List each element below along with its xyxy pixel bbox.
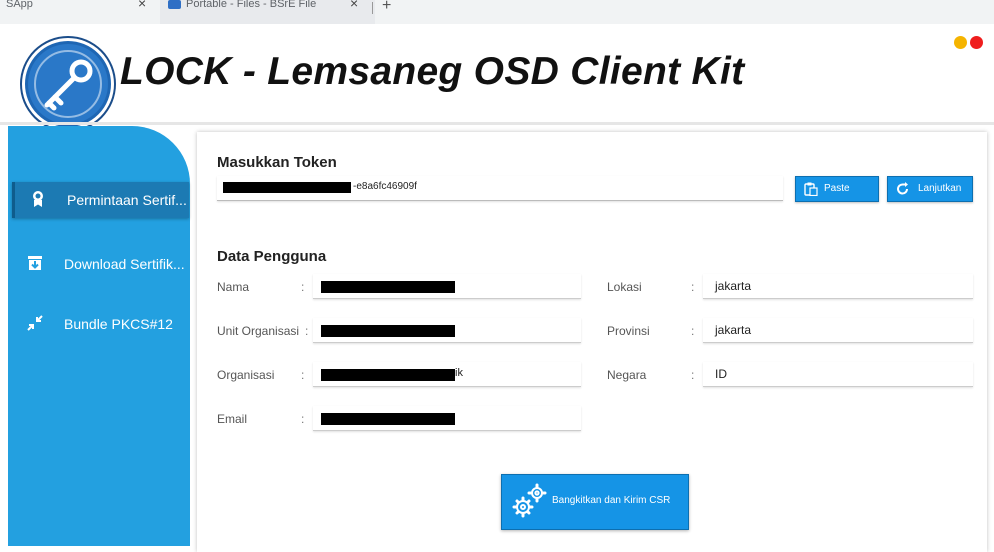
tab-title: Portable - Files - BSrE File: [186, 0, 317, 10]
organisasi-colon: :: [301, 368, 305, 382]
continue-button[interactable]: Lanjutkan: [887, 176, 973, 202]
sidebar-item-download-sertifikat[interactable]: Download Sertifik...: [12, 246, 186, 282]
redaction-bar: [321, 369, 455, 381]
negara-colon: :: [691, 368, 695, 382]
browser-tab-bar: SApp × Portable - Files - BSrE File × +: [0, 0, 994, 25]
close-dot-icon[interactable]: [970, 36, 983, 49]
provinsi-field[interactable]: jakarta: [703, 318, 973, 343]
provinsi-colon: :: [691, 324, 695, 338]
clipboard-icon: [804, 182, 818, 196]
token-section-title: Masukkan Token: [217, 154, 337, 171]
user-data-section-title: Data Pengguna: [217, 248, 327, 265]
lokasi-field[interactable]: jakarta: [703, 274, 973, 299]
sidebar-item-permintaan-sertifikat[interactable]: Permintaan Sertif...: [12, 182, 189, 218]
app-window: LOCK - Lemsaneg OSD Client Kit Permintaa…: [0, 24, 994, 552]
gears-icon: [512, 483, 547, 518]
redo-arrow-icon: [897, 182, 908, 195]
redaction-bar: [223, 182, 351, 193]
email-colon: :: [301, 412, 305, 426]
negara-value: ID: [715, 367, 727, 381]
sidebar-item-label: Permintaan Sertif...: [67, 192, 187, 208]
generate-send-csr-button[interactable]: Bangkitkan dan Kirim CSR: [501, 474, 689, 530]
certificate-icon: [33, 191, 43, 207]
browser-tab-portable-files[interactable]: Portable - Files - BSrE File ×: [160, 0, 375, 24]
minimize-dot-icon[interactable]: [954, 36, 967, 49]
nama-field[interactable]: [313, 274, 581, 299]
favicon-icon: [168, 0, 181, 9]
redaction-bar: [321, 325, 455, 337]
generate-send-csr-label: Bangkitkan dan Kirim CSR: [552, 495, 671, 506]
paste-button[interactable]: Paste: [795, 176, 879, 202]
main-panel: Masukkan Token -e8a6fc46909f Paste Lanju…: [197, 132, 987, 552]
download-box-icon: [28, 256, 42, 270]
lokasi-value: jakarta: [715, 279, 752, 293]
negara-field[interactable]: ID: [703, 362, 973, 387]
redaction-bar: [321, 281, 455, 293]
compress-arrows-icon: [27, 315, 43, 331]
lokasi-colon: :: [691, 280, 695, 294]
continue-button-label: Lanjutkan: [918, 183, 962, 194]
provinsi-label: Provinsi: [607, 324, 650, 338]
nama-colon: :: [301, 280, 305, 294]
sidebar-item-bundle-pkcs12[interactable]: Bundle PKCS#12: [12, 306, 186, 342]
sidebar: Permintaan Sertif... Download Sertifik..…: [8, 126, 190, 546]
paste-button-label: Paste: [824, 183, 850, 194]
sidebar-item-label: Download Sertifik...: [64, 256, 185, 272]
sidebar-item-label: Bundle PKCS#12: [64, 316, 173, 332]
negara-label: Negara: [607, 368, 647, 382]
token-input[interactable]: -e8a6fc46909f: [217, 176, 783, 201]
tab-close-icon[interactable]: ×: [350, 0, 358, 10]
new-tab-icon[interactable]: +: [382, 0, 391, 15]
browser-tab-sapp[interactable]: SApp ×: [0, 0, 160, 24]
unit-organisasi-label: Unit Organisasi: [217, 324, 300, 338]
nama-label: Nama: [217, 280, 250, 294]
redaction-bar: [321, 413, 455, 425]
organisasi-label: Organisasi: [217, 368, 275, 382]
tab-close-icon[interactable]: ×: [138, 0, 146, 10]
lokasi-label: Lokasi: [607, 280, 642, 294]
organisasi-field[interactable]: ik: [313, 362, 581, 387]
provinsi-value: jakarta: [715, 323, 752, 337]
unit-organisasi-field[interactable]: [313, 318, 581, 343]
token-value: -e8a6fc46909f: [353, 181, 417, 192]
header-divider: [0, 122, 994, 125]
tab-title: SApp: [6, 0, 33, 10]
organisasi-value-tail: ik: [455, 367, 463, 379]
tab-divider: [372, 2, 373, 14]
app-title: LOCK - Lemsaneg OSD Client Kit: [120, 50, 745, 93]
key-logo-icon: [22, 38, 114, 130]
email-field[interactable]: [313, 406, 581, 431]
email-label: Email: [217, 412, 248, 426]
unit-organisasi-colon: :: [305, 324, 309, 338]
